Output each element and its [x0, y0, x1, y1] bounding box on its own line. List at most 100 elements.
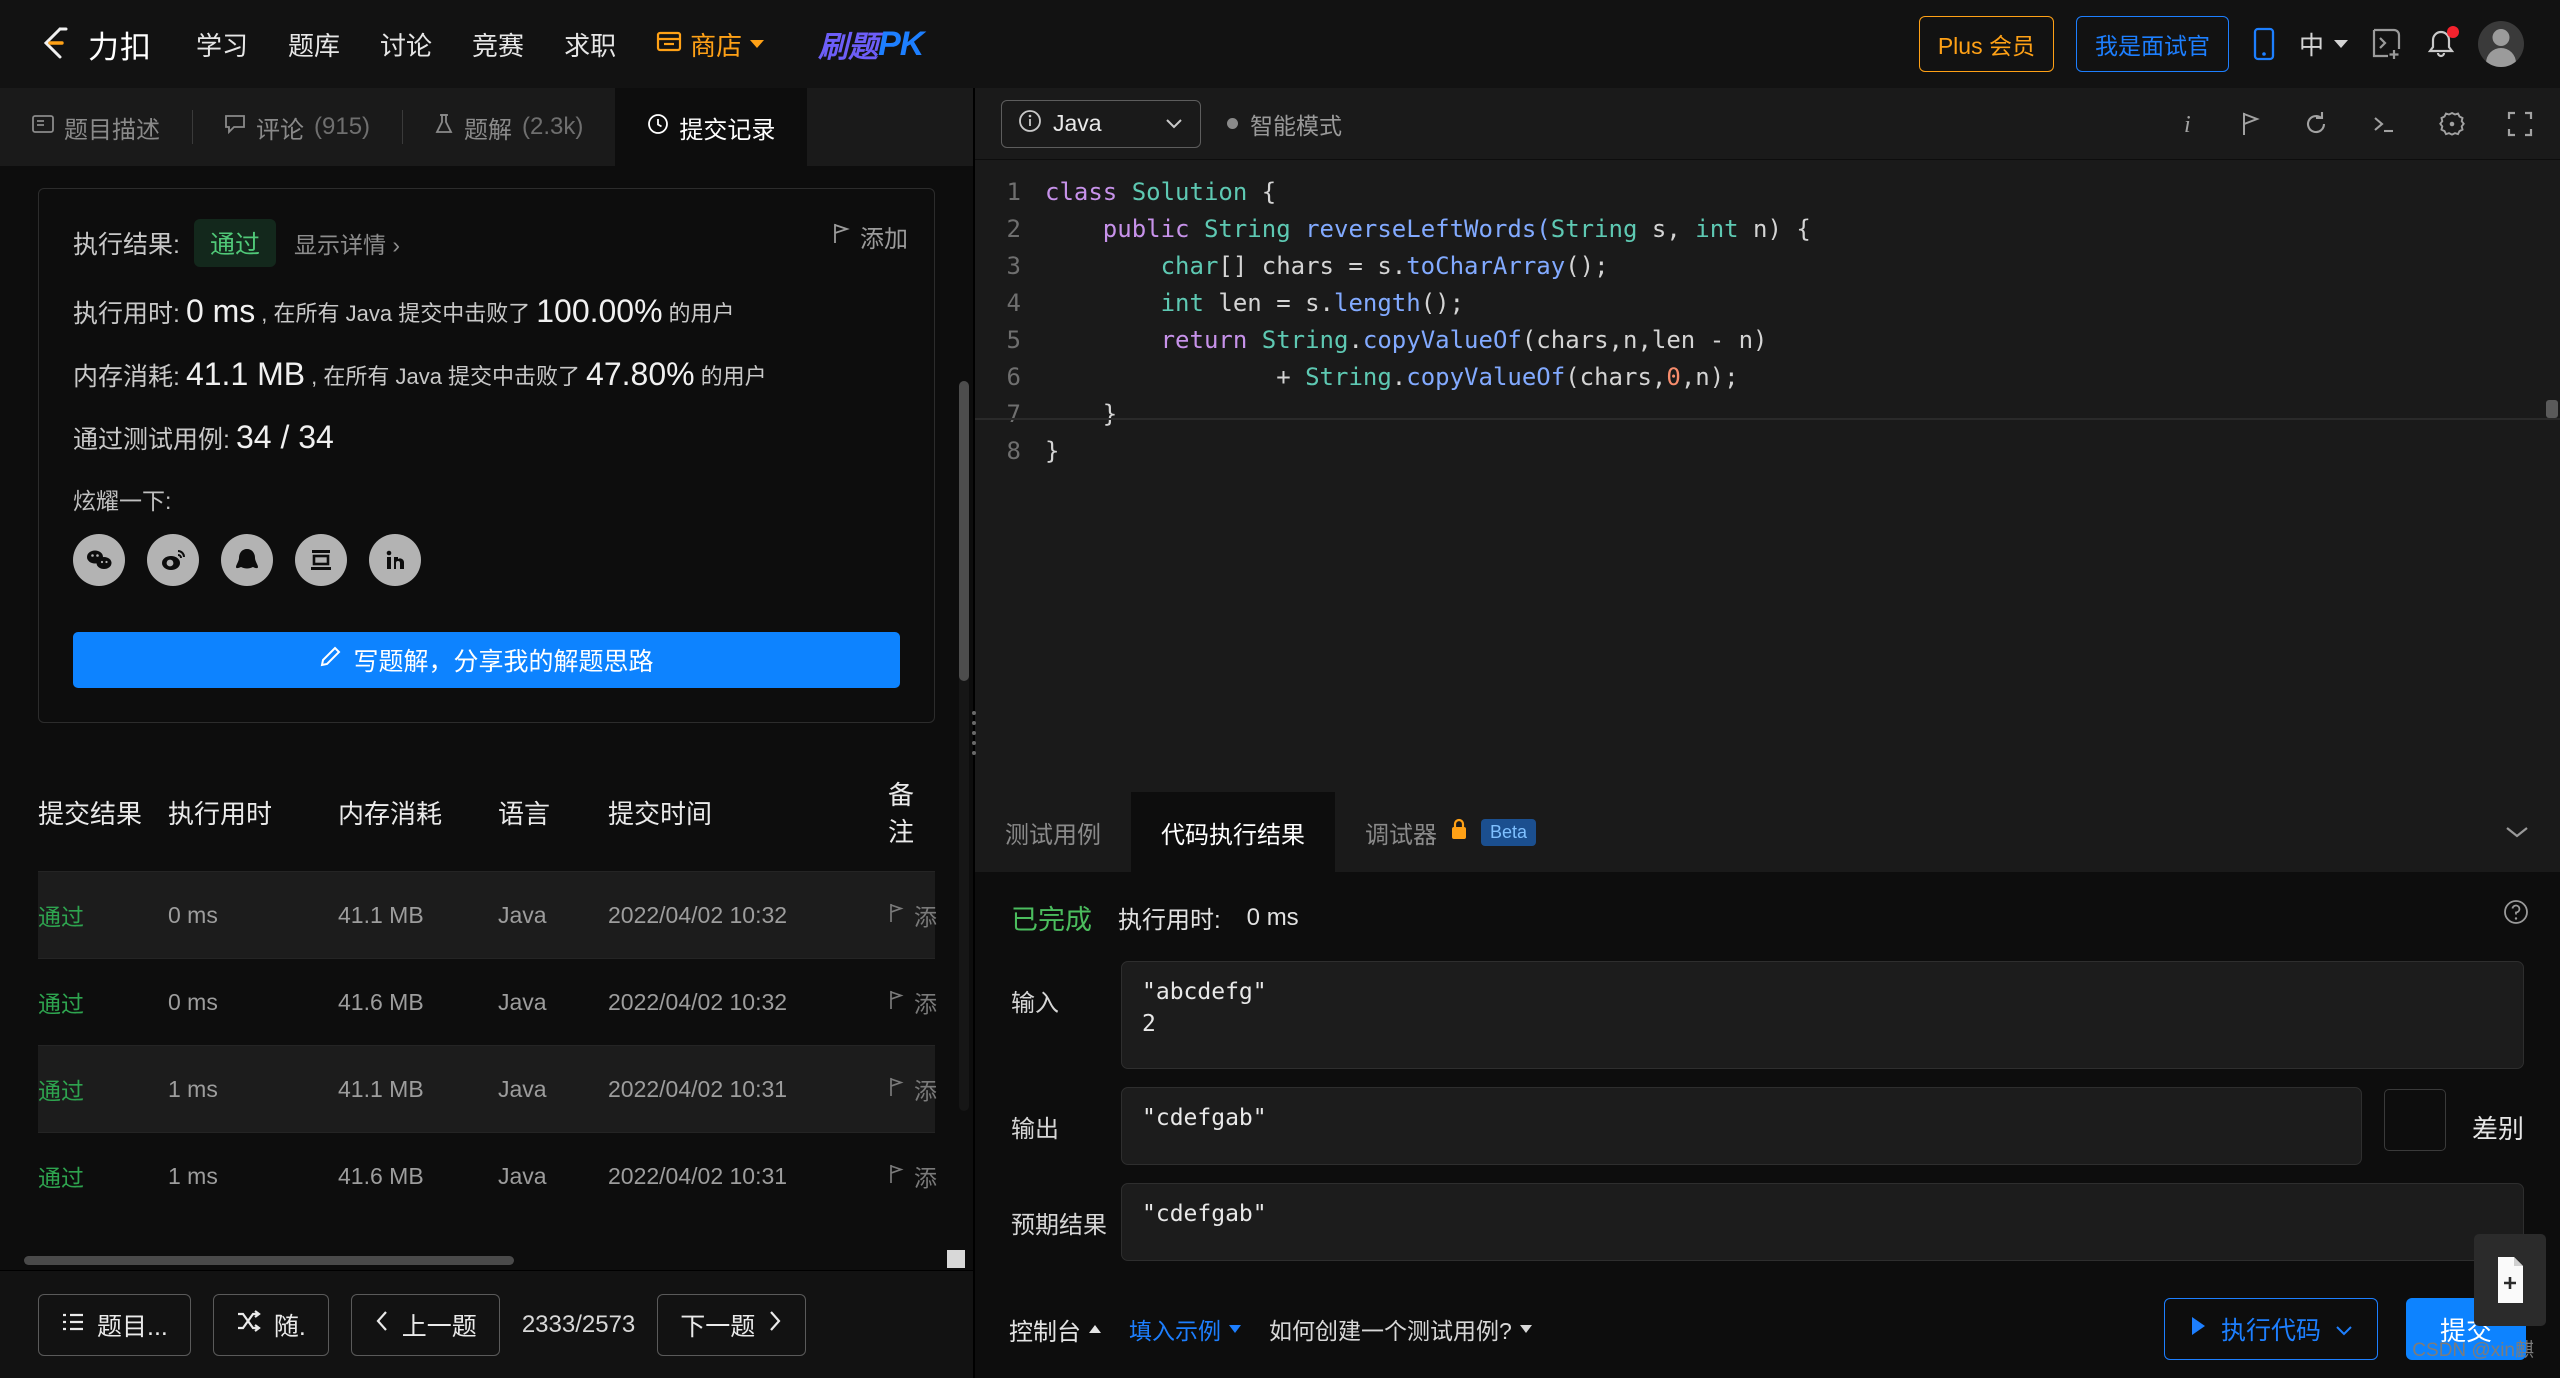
collapse-console-button[interactable] [2504, 792, 2560, 872]
nav-item-study[interactable]: 学习 [196, 26, 248, 63]
row-status: 通过 [38, 1078, 84, 1104]
brush-pk-logo[interactable]: 刷题 PK [818, 22, 924, 66]
code-line[interactable]: 6 + String.copyValueOf(chars,0,n); [975, 359, 2560, 396]
random-problem-button[interactable]: 随. [212, 1293, 329, 1356]
weibo-icon[interactable] [147, 534, 199, 586]
row-memory: 41.6 MB [338, 1162, 424, 1189]
row-memory: 41.1 MB [338, 901, 424, 928]
logo-text: 力扣 [88, 29, 152, 65]
left-horizontal-scrollbar[interactable] [24, 1256, 949, 1270]
wechat-icon[interactable] [73, 534, 125, 586]
description-icon [32, 113, 54, 141]
mobile-app-icon[interactable] [2251, 27, 2277, 61]
diff-button[interactable]: 差别 [2384, 1089, 2524, 1165]
add-note-button[interactable]: 添加 [832, 219, 908, 254]
line-number: 8 [1006, 437, 1021, 465]
tab-solutions[interactable]: 题解 (2.3k) [402, 88, 615, 166]
table-row[interactable]: 通过 1 ms 41.1 MB Java 2022/04/02 10:31 添 [38, 1045, 937, 1132]
problem-list-button[interactable]: 题目... [38, 1293, 191, 1356]
avatar[interactable] [2478, 21, 2524, 67]
resize-corner[interactable] [947, 1250, 965, 1268]
flag-icon [888, 989, 904, 1016]
code-line[interactable]: 5 return String.copyValueOf(chars,n,len … [975, 322, 2560, 359]
code-line[interactable]: 3 char[] chars = s.toCharArray(); [975, 248, 2560, 285]
code-line[interactable]: 7 } [975, 396, 2560, 433]
next-problem-button[interactable]: 下一题 [657, 1293, 807, 1356]
code-line[interactable]: 1 class Solution { [975, 174, 2560, 211]
smart-mode-toggle[interactable]: 智能模式 [1227, 107, 1342, 141]
help-icon[interactable] [2502, 898, 2530, 931]
info-icon[interactable]: i [2176, 110, 2200, 138]
nav-item-discuss[interactable]: 讨论 [380, 26, 432, 63]
editor-scrollbar-thumb[interactable] [2546, 400, 2558, 418]
fill-example-button[interactable]: 填入示例 [1129, 1312, 1241, 1346]
nav-item-shop[interactable]: 商店 [656, 26, 765, 63]
flag-icon[interactable] [2240, 110, 2262, 138]
tab-comments[interactable]: 评论 (915) [192, 88, 402, 166]
chevron-right-icon [767, 1309, 783, 1340]
row-note-button[interactable]: 添 [888, 898, 937, 932]
console-toggle[interactable]: 控制台 [1009, 1312, 1101, 1347]
main-nav: 学习 题库 讨论 竞赛 求职 商店 [196, 26, 765, 63]
show-detail-link[interactable]: 显示详情 › [294, 226, 400, 260]
pane-resize-handle[interactable] [967, 698, 981, 768]
linkedin-icon[interactable] [369, 534, 421, 586]
code-line[interactable]: 4 int len = s.length(); [975, 285, 2560, 322]
diff-button-box [2384, 1089, 2446, 1151]
notification-badge [2447, 26, 2459, 38]
row-runtime: 0 ms [168, 901, 218, 928]
save-snippet-icon[interactable] [2474, 1234, 2546, 1326]
plus-member-button[interactable]: Plus 会员 [1918, 16, 2054, 72]
code-line[interactable]: 8} [975, 433, 2560, 470]
row-status: 通过 [38, 991, 84, 1017]
terminal-icon[interactable] [2370, 111, 2398, 137]
left-hscrollbar-thumb[interactable] [24, 1256, 515, 1265]
table-row[interactable]: 通过 1 ms 41.6 MB Java 2022/04/02 10:31 添 [38, 1132, 937, 1219]
run-code-button[interactable]: 执行代码 [2163, 1298, 2378, 1360]
console-panel: 测试用例 代码执行结果 调试器 Beta 已完成 执行用时: 0 ms 输入 "… [975, 792, 2560, 1378]
nav-item-jobs[interactable]: 求职 [564, 26, 616, 63]
tab-description[interactable]: 题目描述 [0, 88, 192, 166]
row-note-button[interactable]: 添 [888, 1159, 937, 1193]
leetcode-logo[interactable]: 力扣 [36, 22, 152, 67]
how-to-create-testcase-link[interactable]: 如何创建一个测试用例? [1269, 1312, 1532, 1346]
row-note-button[interactable]: 添 [888, 1072, 937, 1106]
new-playground-icon[interactable] [2370, 27, 2404, 61]
notifications-icon[interactable] [2426, 26, 2459, 60]
fill-example-label: 填入示例 [1129, 1318, 1221, 1344]
code-editor[interactable]: 1 class Solution {2 public String reverse… [975, 160, 2560, 792]
left-scrollbar-thumb[interactable] [959, 381, 969, 681]
row-note-label: 添 [914, 904, 937, 930]
language-value: Java [1053, 110, 1102, 136]
run-time-label: 执行用时: [1118, 907, 1221, 934]
flag-icon [888, 1163, 904, 1190]
row-runtime: 1 ms [168, 1162, 218, 1189]
input-value[interactable]: "abcdefg" 2 [1121, 961, 2524, 1069]
language-selector[interactable]: Java [1001, 99, 1201, 148]
runtime-label: 执行用时: [73, 299, 180, 328]
tab-submissions[interactable]: 提交记录 [615, 88, 808, 166]
interviewer-button[interactable]: 我是面试官 [2075, 16, 2229, 72]
language-switcher[interactable]: 中 [2299, 26, 2348, 62]
tab-run-result[interactable]: 代码执行结果 [1131, 792, 1335, 872]
leetcode-logo-icon [36, 23, 78, 65]
douban-icon[interactable] [295, 534, 347, 586]
tab-submissions-label: 提交记录 [679, 116, 776, 144]
reset-icon[interactable] [2302, 110, 2330, 138]
tab-debugger[interactable]: 调试器 Beta [1335, 792, 1566, 872]
row-note-button[interactable]: 添 [888, 985, 937, 1019]
fullscreen-icon[interactable] [2506, 110, 2534, 138]
nav-item-contest[interactable]: 竞赛 [472, 26, 524, 63]
row-time: 2022/04/02 10:31 [608, 1075, 788, 1102]
code-line[interactable]: 2 public String reverseLeftWords(String … [975, 211, 2560, 248]
qq-icon[interactable] [221, 534, 273, 586]
table-row[interactable]: 通过 0 ms 41.1 MB Java 2022/04/02 10:32 添 [38, 871, 937, 958]
settings-icon[interactable] [2438, 110, 2466, 138]
prev-problem-button[interactable]: 上一题 [350, 1293, 500, 1356]
right-pane: Java 智能模式 i 1 class Solution {2 public St… [972, 88, 2560, 1378]
tab-testcase[interactable]: 测试用例 [975, 792, 1131, 872]
chevron-down-icon [2334, 40, 2348, 48]
nav-item-problems[interactable]: 题库 [288, 26, 340, 63]
write-solution-button[interactable]: 写题解，分享我的解题思路 [73, 632, 900, 688]
table-row[interactable]: 通过 0 ms 41.6 MB Java 2022/04/02 10:32 添 [38, 958, 937, 1045]
